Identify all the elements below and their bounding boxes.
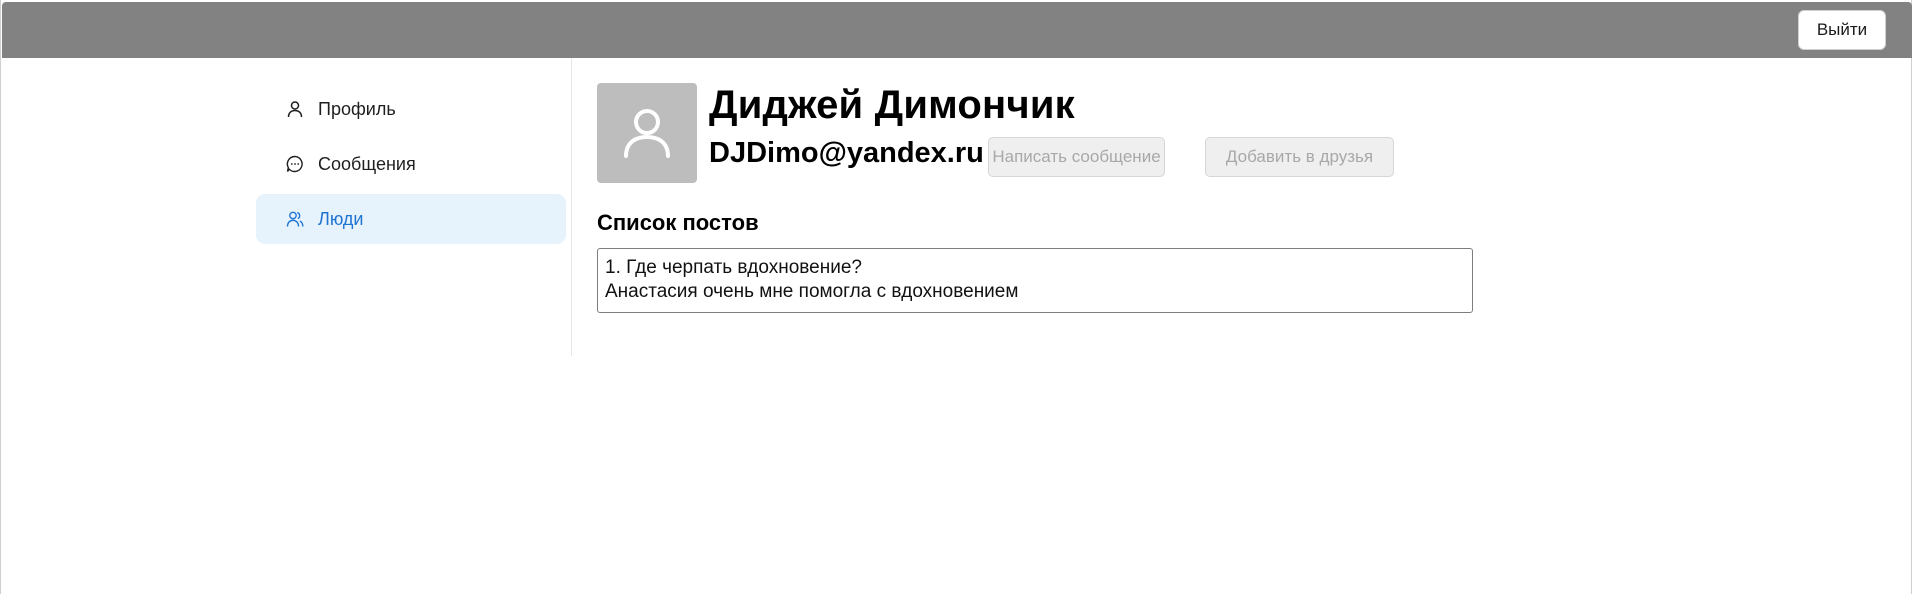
avatar bbox=[597, 83, 697, 183]
sidebar-item-label: Профиль bbox=[318, 98, 396, 119]
sidebar-item-profile[interactable]: Профиль bbox=[256, 84, 566, 134]
post-title: 1. Где черпать вдохновение? bbox=[605, 257, 862, 278]
posts-list-title: Список постов bbox=[597, 210, 759, 235]
sidebar: Профиль Сообщения Люди bbox=[256, 84, 566, 249]
sidebar-item-label: Люди bbox=[318, 208, 364, 229]
sidebar-divider bbox=[571, 58, 572, 356]
people-icon bbox=[286, 210, 304, 228]
sidebar-item-label: Сообщения bbox=[318, 153, 416, 174]
post-item[interactable]: 1. Где черпать вдохновение? Анастасия оч… bbox=[597, 248, 1473, 313]
profile-name: Диджей Димончик bbox=[709, 83, 1075, 127]
profile-email: DJDimo@yandex.ru bbox=[709, 137, 984, 169]
sidebar-item-messages[interactable]: Сообщения bbox=[256, 139, 566, 189]
send-message-button[interactable]: Написать сообщение bbox=[988, 137, 1165, 177]
app-window: Выйти Профиль Сообщения Люди Диджей Димо… bbox=[0, 0, 1912, 594]
avatar-placeholder-icon bbox=[624, 109, 670, 158]
top-bar: Выйти bbox=[2, 2, 1912, 58]
sidebar-item-people[interactable]: Люди bbox=[256, 194, 566, 244]
add-friend-button[interactable]: Добавить в друзья bbox=[1205, 137, 1394, 177]
user-icon bbox=[286, 100, 304, 118]
logout-button[interactable]: Выйти bbox=[1798, 10, 1886, 50]
post-body: Анастасия очень мне помогла с вдохновени… bbox=[605, 281, 1019, 302]
chat-bubble-icon bbox=[286, 155, 304, 173]
